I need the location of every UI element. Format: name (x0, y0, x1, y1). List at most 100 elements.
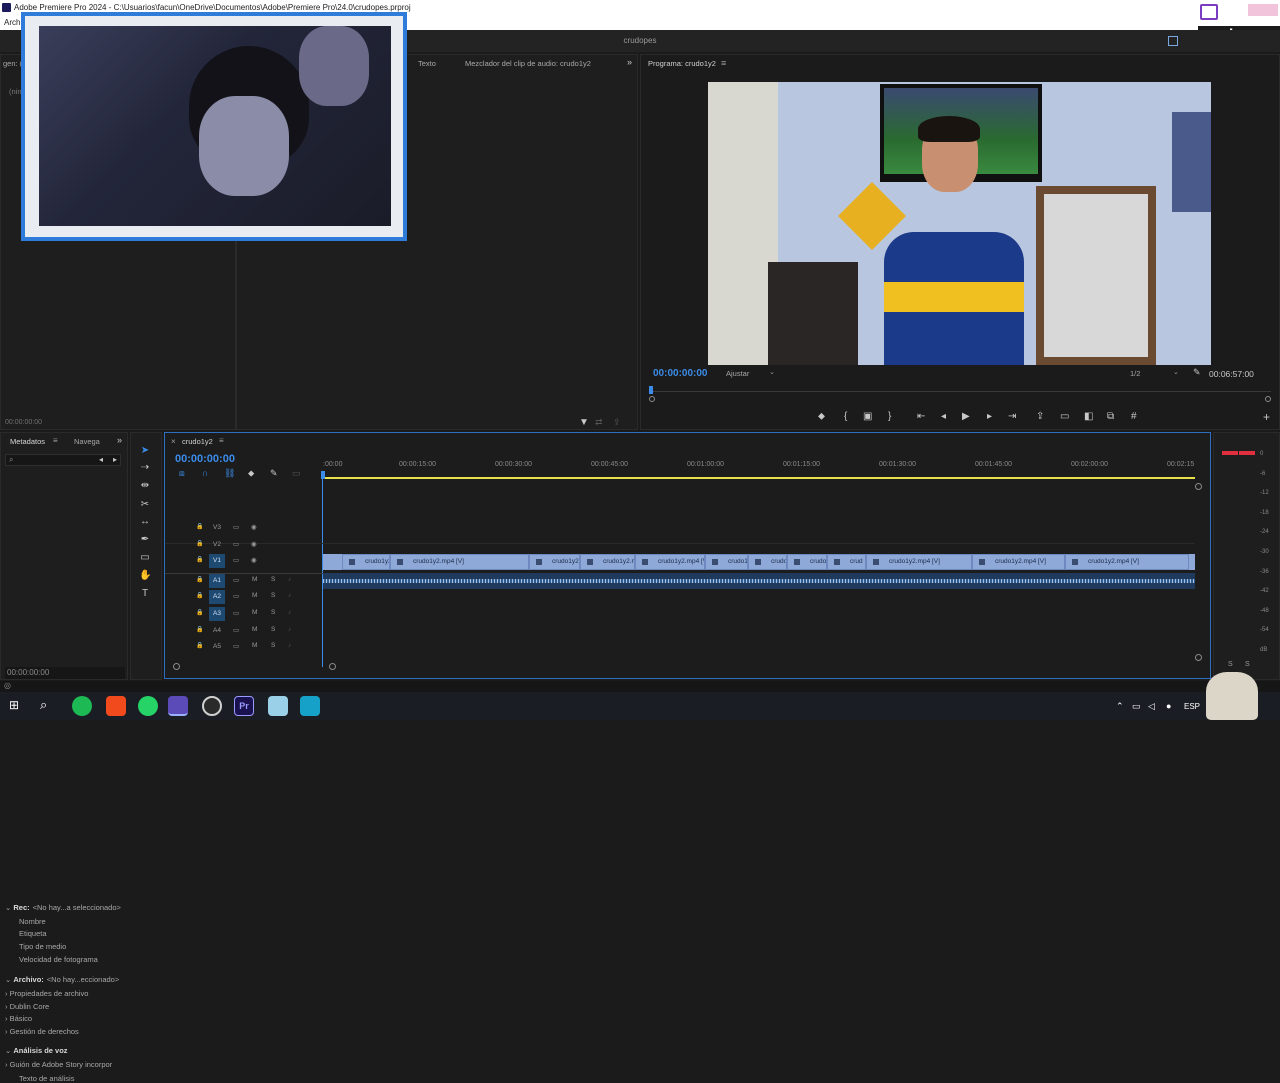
collapse-chevron-icon[interactable]: ⌄ (5, 1046, 13, 1055)
video-clip[interactable]: crud (827, 554, 866, 570)
track-target-a2[interactable]: A2 (209, 590, 225, 604)
source-tab[interactable]: gen: ( (3, 59, 22, 68)
metadata-row[interactable]: Etiqueta (5, 929, 47, 938)
mark-in-icon[interactable]: { (844, 411, 847, 422)
voiceover-mic-icon[interactable]: ♪ (288, 626, 291, 633)
lock-icon[interactable]: 🔒 (196, 642, 203, 649)
go-to-out-icon[interactable]: ⇥ (1008, 411, 1016, 422)
sync-lock-icon[interactable]: ▭ (233, 523, 239, 531)
video-clip[interactable]: crudo1y2.mp4 [V] (1065, 554, 1189, 570)
nest-icon[interactable]: ⧈ (179, 468, 185, 479)
track-target-a4[interactable]: A4 (209, 624, 225, 638)
metadata-row[interactable]: ⌄ Archivo: <No hay...eccionado> (5, 975, 119, 984)
language-indicator[interactable]: ESP (1184, 702, 1200, 711)
lock-icon[interactable]: 🔒 (196, 576, 203, 583)
metadata-row[interactable]: › Básico (5, 1014, 32, 1023)
panel-overflow-icon[interactable]: » (117, 435, 122, 445)
lock-icon[interactable]: 🔒 (196, 592, 203, 599)
captions-icon[interactable]: ▭ (292, 468, 301, 479)
notes-icon[interactable] (268, 696, 288, 716)
a1-audio-clip[interactable] (323, 573, 1195, 589)
resolution-dropdown[interactable]: 1/2 (1130, 369, 1140, 378)
marker-icon[interactable]: ⬥ (818, 411, 825, 422)
metadata-row[interactable]: › Gestión de derechos (5, 1027, 79, 1036)
lock-icon[interactable]: 🔒 (196, 540, 203, 547)
prev-arrow-icon[interactable]: ◂ (99, 455, 103, 464)
track-target-v2[interactable]: V2 (209, 538, 225, 552)
lock-icon[interactable]: 🔒 (196, 556, 203, 563)
sync-lock-icon[interactable]: ▭ (233, 626, 239, 634)
resolution-chevron-icon[interactable]: ⌄ (1173, 368, 1179, 376)
tab-audio-mixer[interactable]: Mezclador del clip de audio: crudo1y2 (465, 59, 591, 68)
app-icon[interactable] (300, 696, 320, 716)
premiere-taskbar-icon[interactable]: Pr (234, 696, 254, 716)
add-marker-icon[interactable]: ⬥ (248, 468, 254, 479)
program-playhead[interactable] (649, 386, 653, 394)
metadata-row[interactable]: › Dublin Core (5, 1002, 49, 1011)
fit-chevron-icon[interactable]: ⌄ (769, 368, 775, 376)
tray-expand-icon[interactable]: ⌃ (1116, 701, 1124, 712)
compare-icon[interactable]: ◧ (1084, 411, 1093, 422)
fit-dropdown[interactable]: Ajustar (726, 369, 749, 378)
panel-expand-icon[interactable]: » (627, 57, 632, 67)
lock-icon[interactable]: 🔒 (196, 523, 203, 530)
snap-icon[interactable]: ∩ (202, 468, 208, 478)
sequence-tab[interactable]: crudo1y2 (182, 437, 213, 446)
metadata-row[interactable]: Velocidad de fotograma (5, 955, 98, 964)
track-target-v1[interactable]: V1 (209, 554, 225, 568)
menu-item-archivo[interactable]: Arch (4, 18, 20, 27)
track-target-v3[interactable]: V3 (209, 521, 225, 535)
mute-button[interactable]: M (252, 626, 257, 633)
collapse-chevron-icon[interactable]: ⌄ (5, 903, 13, 912)
solo-button[interactable]: S (271, 626, 275, 633)
scroll-handle-top[interactable] (1195, 483, 1202, 490)
solo-left-button[interactable]: S (1228, 661, 1233, 668)
slip-tool-icon[interactable]: ↔ (139, 516, 151, 528)
mute-button[interactable]: M (252, 609, 257, 616)
timeline-ruler[interactable]: :00:00 00:00:15:00 00:00:30:00 00:00:45:… (323, 461, 1203, 475)
step-forward-icon[interactable]: ▸ (987, 411, 992, 422)
track-target-a1[interactable]: A1 (209, 574, 225, 588)
metadata-row[interactable]: Nombre (5, 917, 46, 926)
search-icon[interactable]: ⌕ (40, 697, 47, 713)
program-scrub-bar[interactable] (651, 391, 1271, 392)
work-area-bar[interactable] (323, 477, 1195, 479)
metadata-row[interactable]: ⌄ Análisis de voz (5, 1046, 68, 1055)
extract-icon[interactable]: ▭ (1060, 411, 1069, 422)
spotify-icon[interactable] (72, 696, 92, 716)
track-target-a5[interactable]: A5 (209, 640, 225, 654)
mute-button[interactable]: M (252, 642, 257, 649)
sync-lock-icon[interactable]: ▭ (233, 556, 239, 564)
next-arrow-icon[interactable]: ▸ (113, 455, 117, 464)
sync-lock-icon[interactable]: ▭ (233, 592, 239, 600)
export-icon[interactable]: ⇪ (613, 417, 621, 428)
zoom-handle-start[interactable] (173, 663, 180, 670)
brave-icon[interactable] (106, 696, 126, 716)
camera-icon[interactable]: ▣ (863, 411, 872, 422)
mark-out-icon[interactable]: } (888, 411, 891, 422)
sync-lock-icon[interactable]: ▭ (233, 609, 239, 617)
ripple-edit-tool-icon[interactable]: ⇹ (139, 480, 151, 492)
lock-icon[interactable]: 🔒 (196, 626, 203, 633)
solo-button[interactable]: S (271, 642, 275, 649)
video-clip[interactable]: crudo1y2. (529, 554, 580, 570)
tab-metadatos[interactable]: Metadatos (10, 437, 45, 446)
start-icon[interactable]: ⊞ (9, 699, 21, 711)
video-clip[interactable]: crudo1y2.mp4 [V] (635, 554, 705, 570)
track-target-a3[interactable]: A3 (209, 607, 225, 621)
video-clip[interactable]: crudo (787, 554, 827, 570)
solo-right-button[interactable]: S (1245, 661, 1250, 668)
lift-icon[interactable]: ⇪ (1036, 411, 1044, 422)
close-sequence-icon[interactable]: × (171, 437, 176, 446)
metadata-menu-icon[interactable]: ≡ (53, 436, 58, 445)
video-clip[interactable]: crudo1 (705, 554, 748, 570)
share-icon[interactable] (1168, 36, 1178, 46)
pen-tool-icon[interactable]: ✒ (139, 534, 151, 546)
video-clip[interactable]: crudo1y2.mp4 [V] (972, 554, 1065, 570)
timeline-settings-icon[interactable]: ✎ (270, 468, 278, 479)
solo-button[interactable]: S (271, 576, 275, 583)
program-tab[interactable]: Programa: crudo1y2 (648, 59, 716, 68)
video-clip[interactable]: crudo1y2.mp4 [V] (866, 554, 972, 570)
zoom-handle-right[interactable] (1265, 396, 1271, 402)
link-icon[interactable]: ⇄ (595, 417, 603, 428)
